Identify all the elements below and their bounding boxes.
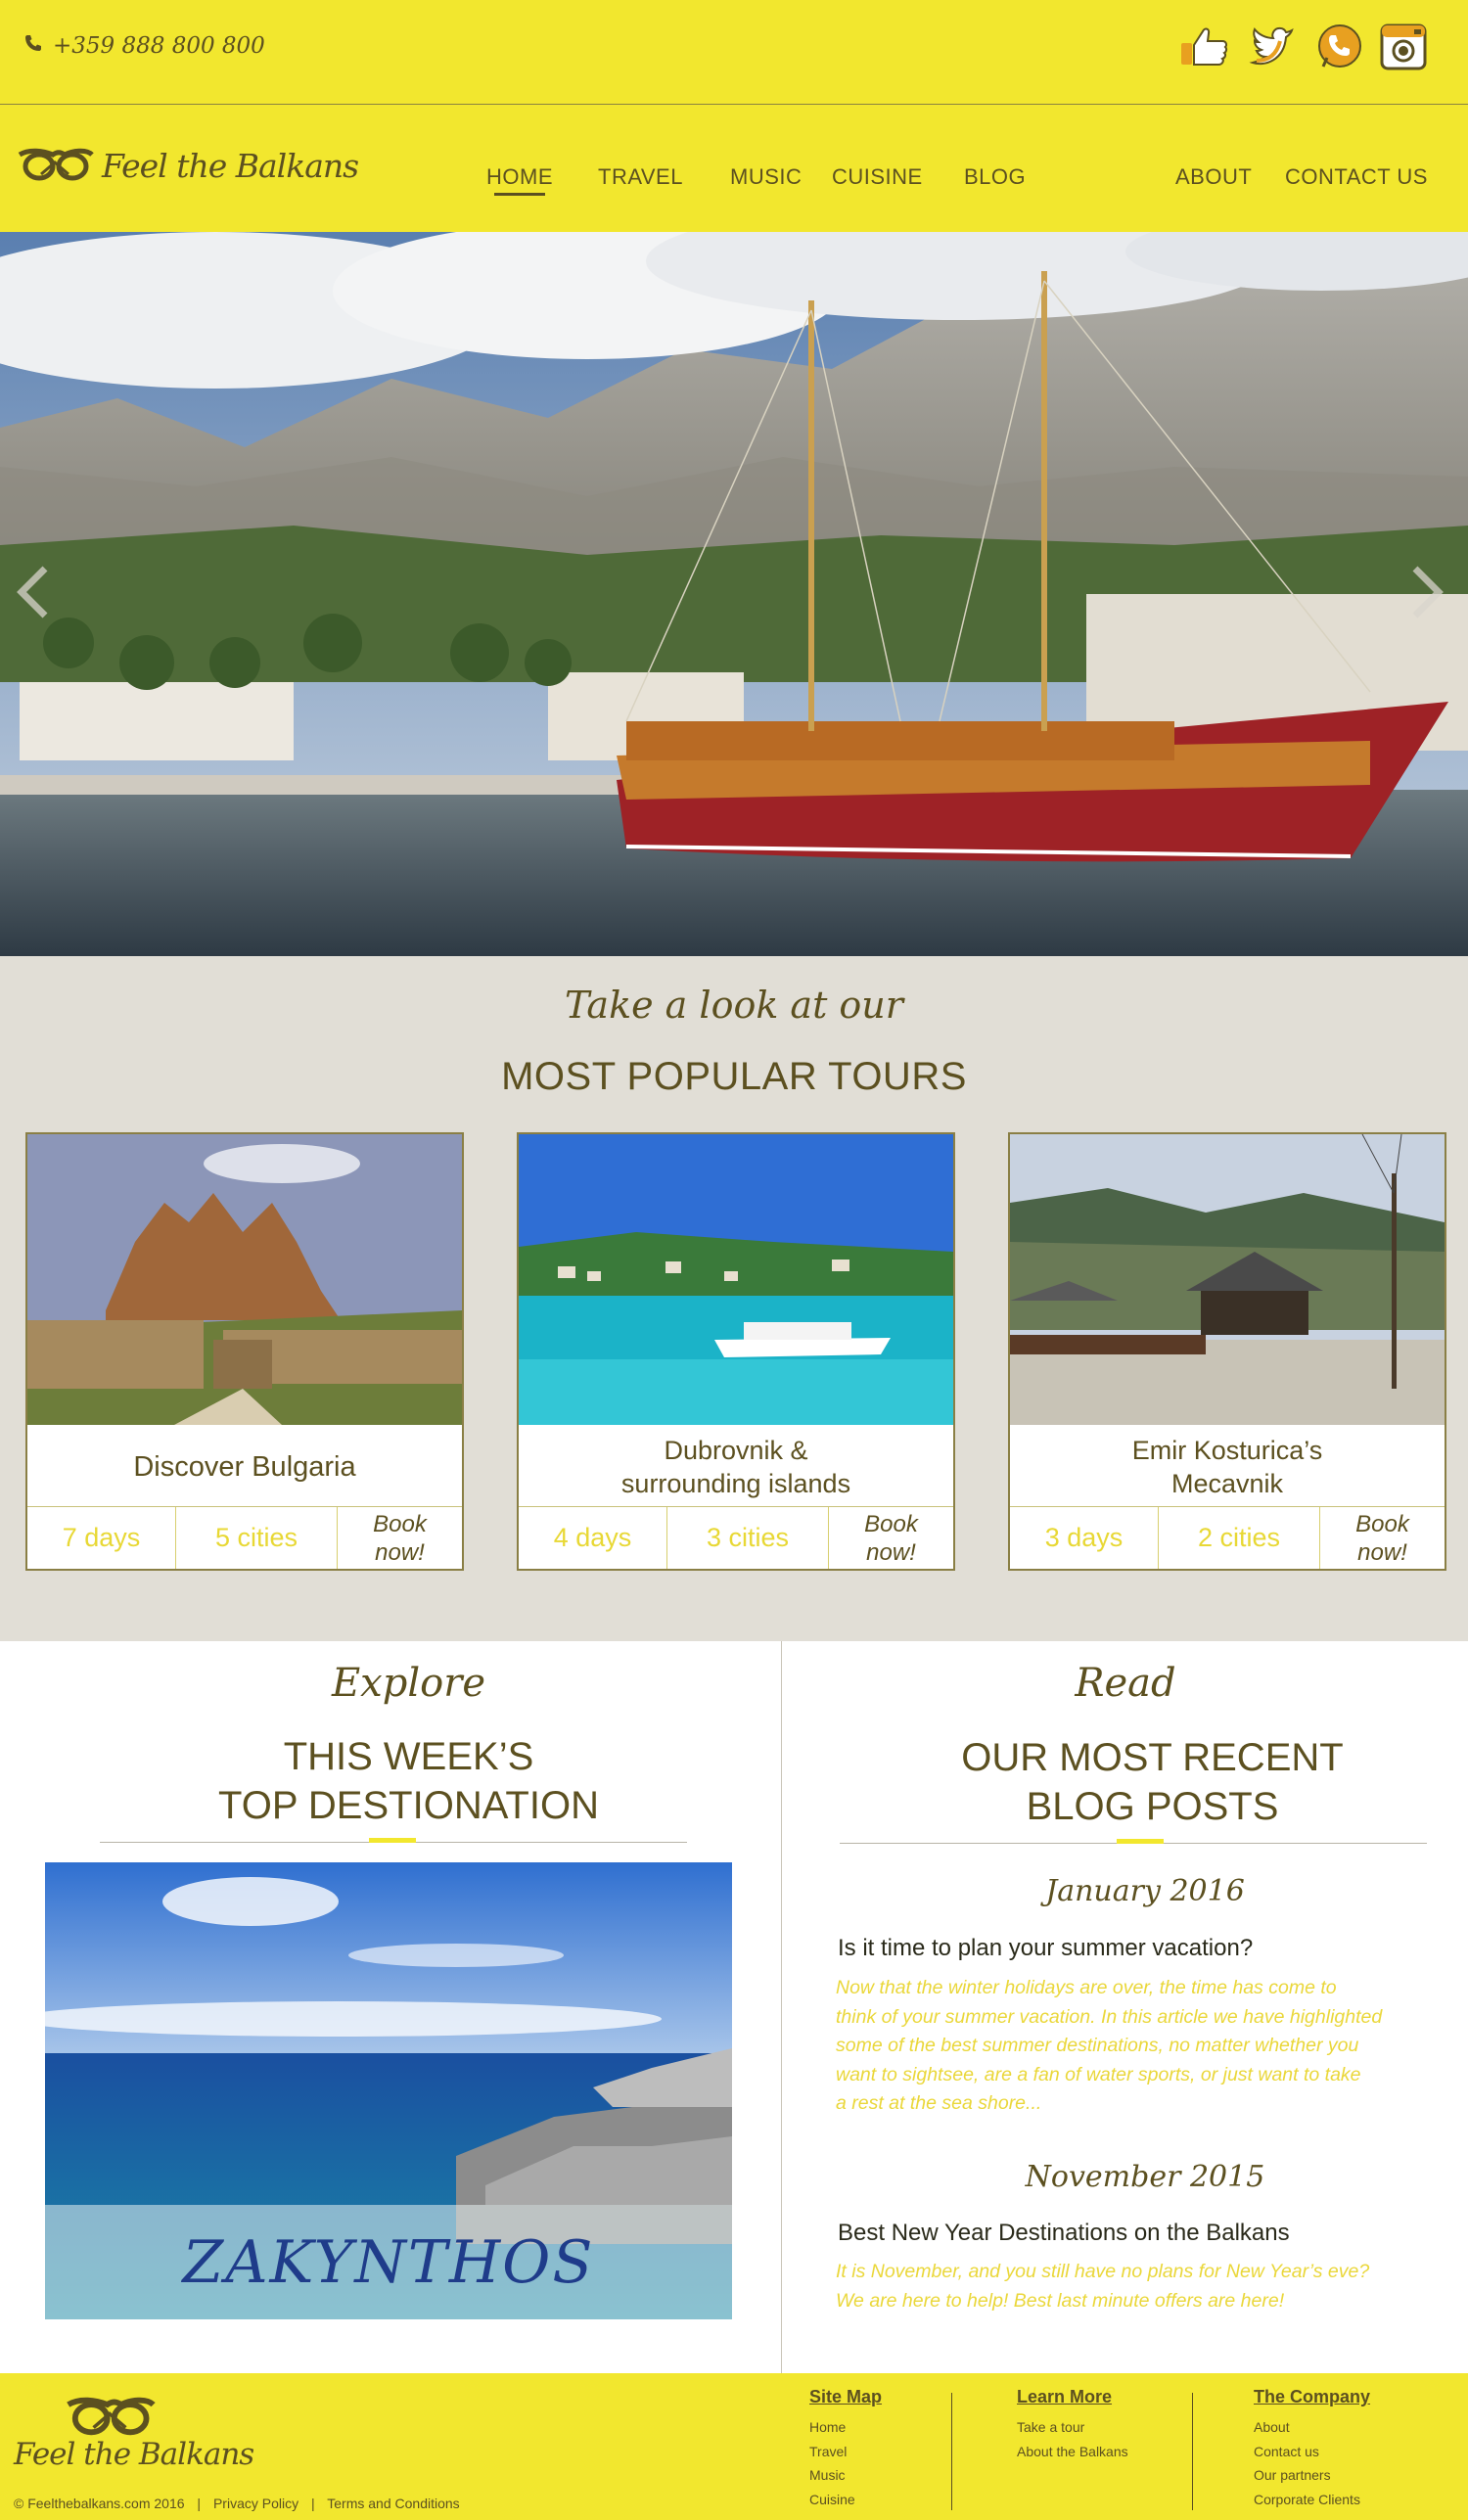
tour-card-bulgaria[interactable]: Discover Bulgaria 7 days 5 cities Book no… xyxy=(25,1132,464,1571)
tour-title: Discover Bulgaria xyxy=(133,1451,356,1483)
twitter-bird-icon[interactable] xyxy=(1247,22,1298,72)
terms-link[interactable]: Terms and Conditions xyxy=(327,2496,459,2511)
tour-image-mecavnik xyxy=(1010,1134,1445,1425)
destination-name: ZAKYNTHOS xyxy=(45,2205,732,2319)
nav-home[interactable]: HOME xyxy=(486,164,553,190)
explore-accent-bar xyxy=(369,1838,416,1843)
footer-link[interactable]: About the Balkans xyxy=(1017,2440,1128,2464)
footer-link[interactable]: Corporate Clients xyxy=(1254,2488,1370,2512)
tours-script-heading: Take a look at our xyxy=(565,984,903,1027)
hero-next-button[interactable] xyxy=(1407,563,1446,621)
tour-card-mecavnik[interactable]: Emir Kosturica’s Mecavnik 3 days 2 cities… xyxy=(1008,1132,1446,1571)
footer-col-company: The Company About Contact us Our partner… xyxy=(1254,2387,1370,2511)
phone-contact[interactable]: +359 888 800 800 xyxy=(23,33,265,59)
blog-title: OUR MOST RECENT BLOG POSTS xyxy=(961,1736,1344,1828)
tour-days: 4 days xyxy=(519,1507,667,1569)
tour-image-bulgaria xyxy=(27,1134,462,1425)
tour-cities: 3 cities xyxy=(667,1507,829,1569)
tour-cities: 5 cities xyxy=(176,1507,338,1569)
footer-heading[interactable]: Site Map xyxy=(809,2387,882,2407)
tour-days: 7 days xyxy=(27,1507,176,1569)
footer-divider xyxy=(951,2393,952,2510)
footer-heading[interactable]: The Company xyxy=(1254,2387,1370,2407)
post-date: January 2016 xyxy=(1045,1874,1245,1908)
footer-link[interactable]: Travel xyxy=(809,2440,882,2464)
copyright-text: © Feelthebalkans.com 2016 xyxy=(14,2496,185,2511)
book-now-link[interactable]: Book now! xyxy=(829,1507,953,1569)
hero-image xyxy=(0,232,1468,956)
footer-logo-text: Feel the Balkans xyxy=(14,2437,254,2472)
footer-link[interactable]: Take a tour xyxy=(1017,2415,1128,2440)
thumbs-up-icon[interactable] xyxy=(1179,22,1230,72)
logo-text: Feel the Balkans xyxy=(102,146,359,185)
explore-title: THIS WEEK’S TOP DESTIONATION xyxy=(218,1735,599,1827)
footer-link[interactable]: Cuisine xyxy=(809,2488,882,2512)
footer-separator: | xyxy=(197,2496,202,2511)
footer-link[interactable]: Contact us xyxy=(1254,2440,1370,2464)
phone-number: +359 888 800 800 xyxy=(53,33,265,59)
instagram-camera-icon[interactable] xyxy=(1378,22,1429,72)
destination-image[interactable]: ZAKYNTHOS xyxy=(45,1862,732,2319)
chevron-right-icon xyxy=(1412,566,1444,619)
nav-blog[interactable]: BLOG xyxy=(964,164,1026,190)
tour-footer: 7 days 5 cities Book now! xyxy=(27,1506,462,1569)
tours-title: MOST POPULAR TOURS xyxy=(501,1055,967,1098)
footer-heading[interactable]: Learn More xyxy=(1017,2387,1128,2407)
post-date: November 2015 xyxy=(1025,2160,1265,2194)
tour-footer: 3 days 2 cities Book now! xyxy=(1010,1506,1445,1569)
nav-active-underline xyxy=(494,193,545,196)
nav-about[interactable]: ABOUT xyxy=(1175,164,1252,190)
footer-link[interactable]: Home xyxy=(809,2415,882,2440)
footer-col-learn-more: Learn More Take a tour About the Balkans xyxy=(1017,2387,1128,2463)
footer-legal: © Feelthebalkans.com 2016 | Privacy Poli… xyxy=(14,2496,460,2511)
explore-script-heading: Explore xyxy=(331,1661,486,1706)
post-title-link[interactable]: Is it time to plan your summer vacation? xyxy=(838,1935,1253,1962)
phone-icon xyxy=(23,33,43,59)
site-logo[interactable]: Feel the Balkans xyxy=(16,143,359,188)
footer-divider xyxy=(1192,2393,1193,2510)
tour-title: Dubrovnik & surrounding islands xyxy=(620,1436,851,1498)
book-now-link[interactable]: Book now! xyxy=(1320,1507,1445,1569)
tour-title: Emir Kosturica’s Mecavnik xyxy=(1131,1436,1323,1498)
footer-separator: | xyxy=(310,2496,315,2511)
footer-link[interactable]: Our partners xyxy=(1254,2463,1370,2488)
glasses-logo-icon xyxy=(67,2397,156,2436)
tour-footer: 4 days 3 cities Book now! xyxy=(519,1506,953,1569)
nav-music[interactable]: MUSIC xyxy=(730,164,802,190)
glasses-logo-icon xyxy=(18,148,94,181)
phone-chat-icon[interactable] xyxy=(1314,22,1365,72)
nav-cuisine[interactable]: CUISINE xyxy=(832,164,923,190)
post-title-link[interactable]: Best New Year Destinations on the Balkan… xyxy=(838,2220,1290,2247)
blog-accent-bar xyxy=(1117,1839,1164,1844)
post-excerpt: It is November, and you still have no pl… xyxy=(836,2261,1370,2312)
footer-link[interactable]: Music xyxy=(809,2463,882,2488)
book-now-link[interactable]: Book now! xyxy=(338,1507,462,1569)
post-excerpt: Now that the winter holidays are over, t… xyxy=(836,1977,1383,2114)
read-script-heading: Read xyxy=(1075,1661,1176,1706)
chevron-left-icon xyxy=(17,566,48,619)
tour-days: 3 days xyxy=(1010,1507,1159,1569)
privacy-link[interactable]: Privacy Policy xyxy=(213,2496,298,2511)
hero-prev-button[interactable] xyxy=(14,563,53,621)
nav-travel[interactable]: TRAVEL xyxy=(598,164,683,190)
nav-contact-us[interactable]: CONTACT US xyxy=(1285,164,1428,190)
tour-image-dubrovnik xyxy=(519,1134,953,1425)
tour-cities: 2 cities xyxy=(1159,1507,1320,1569)
footer-col-sitemap: Site Map Home Travel Music Cuisine xyxy=(809,2387,882,2511)
tour-card-dubrovnik[interactable]: Dubrovnik & surrounding islands 4 days 3 … xyxy=(517,1132,955,1571)
footer-link[interactable]: About xyxy=(1254,2415,1370,2440)
